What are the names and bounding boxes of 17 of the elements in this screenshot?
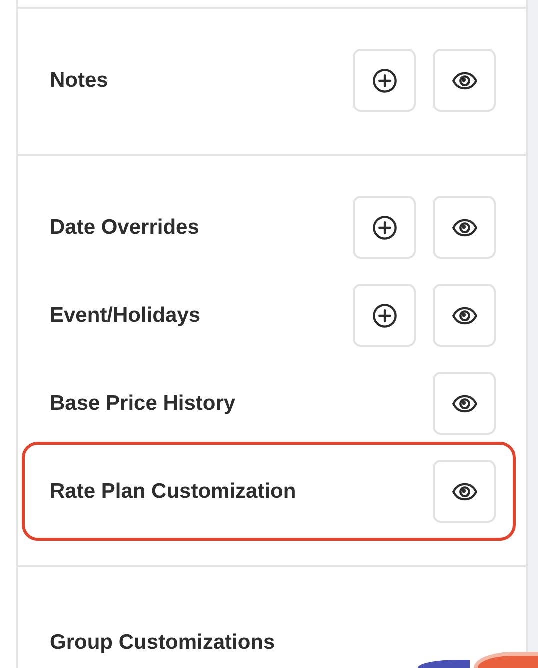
view-button[interactable]: [433, 196, 496, 259]
row-label: Base Price History: [50, 392, 236, 416]
add-button[interactable]: [353, 284, 416, 347]
view-button[interactable]: [433, 460, 496, 523]
row-label: Notes: [50, 68, 108, 92]
add-icon: [372, 302, 398, 328]
row-label: Rate Plan Customization: [50, 480, 296, 504]
view-button[interactable]: [433, 49, 496, 112]
view-button[interactable]: [433, 372, 496, 435]
add-button[interactable]: [353, 49, 416, 112]
add-button[interactable]: [353, 196, 416, 259]
view-button[interactable]: [433, 284, 496, 347]
row-label: Event/Holidays: [50, 304, 201, 328]
row-label: Group Customizations: [50, 630, 276, 654]
row-label: Date Overrides: [50, 216, 200, 240]
add-icon: [372, 68, 398, 94]
add-icon: [372, 214, 398, 240]
